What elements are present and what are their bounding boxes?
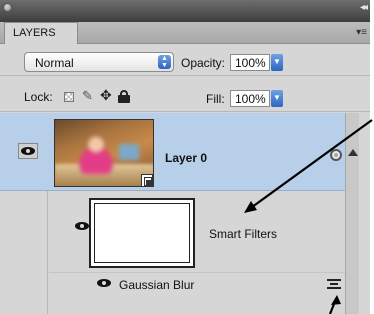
layer-visibility-toggle[interactable] (18, 143, 38, 159)
tab-layers-label: LAYERS (13, 27, 56, 39)
lock-move-icon[interactable]: ✥ (100, 87, 112, 104)
fill-label: Fill: (206, 92, 225, 106)
layer-name[interactable]: Layer 0 (165, 151, 207, 165)
eye-icon (21, 147, 35, 155)
collapse-icon[interactable]: ◂◂ (360, 2, 368, 13)
opacity-input[interactable]: 100% (230, 54, 270, 71)
scrollbar[interactable] (345, 113, 359, 314)
panel-title-bar[interactable]: ◂◂ (0, 0, 370, 22)
lock-paint-icon[interactable]: ✎ (82, 88, 93, 104)
filter-options-icon[interactable] (327, 277, 341, 291)
layer-row[interactable]: Layer 0 (0, 113, 345, 191)
filter-mask-thumbnail[interactable] (89, 198, 195, 268)
blend-mode-select[interactable]: Normal ▲ ▼ (24, 52, 174, 72)
smart-filter-indicator-icon[interactable] (330, 149, 342, 161)
fill-input[interactable]: 100% (230, 90, 270, 107)
smart-filters-label: Smart Filters (209, 227, 278, 241)
panel-tab-bar: LAYERS ▾≡ (0, 22, 370, 44)
lock-all-icon[interactable] (118, 90, 130, 103)
layers-panel: ◂◂ LAYERS ▾≡ Normal ▲ ▼ Opacity: 100% ▼ L… (0, 0, 370, 314)
lock-label: Lock: (24, 90, 53, 104)
layer-thumbnail[interactable] (54, 119, 154, 187)
tab-layers[interactable]: LAYERS (4, 22, 78, 44)
scroll-up-icon[interactable] (348, 149, 358, 156)
eye-icon[interactable] (75, 222, 89, 230)
close-icon[interactable] (3, 3, 12, 12)
panel-menu-icon[interactable]: ▾≡ (356, 27, 367, 38)
smart-object-icon (141, 174, 153, 187)
blending-row: Normal ▲ ▼ Opacity: 100% ▼ (0, 44, 370, 76)
opacity-label: Opacity: (181, 56, 226, 70)
eye-icon[interactable] (97, 279, 111, 287)
opacity-dropdown-button[interactable]: ▼ (271, 54, 283, 71)
lock-transparent-icon[interactable] (64, 92, 74, 102)
layers-list: Layer 0 Smart Filters Gaussian Blur (0, 113, 370, 314)
fill-dropdown-button[interactable]: ▼ (271, 90, 283, 107)
filter-name[interactable]: Gaussian Blur (119, 278, 194, 292)
lock-row: Lock: ✎ ✥ Fill: 100% ▼ (0, 80, 370, 112)
blend-mode-value: Normal (35, 56, 74, 70)
select-arrows-icon: ▲ ▼ (158, 55, 171, 69)
smart-filters-row[interactable]: Smart Filters (49, 192, 345, 272)
filter-row[interactable]: Gaussian Blur (49, 272, 345, 296)
